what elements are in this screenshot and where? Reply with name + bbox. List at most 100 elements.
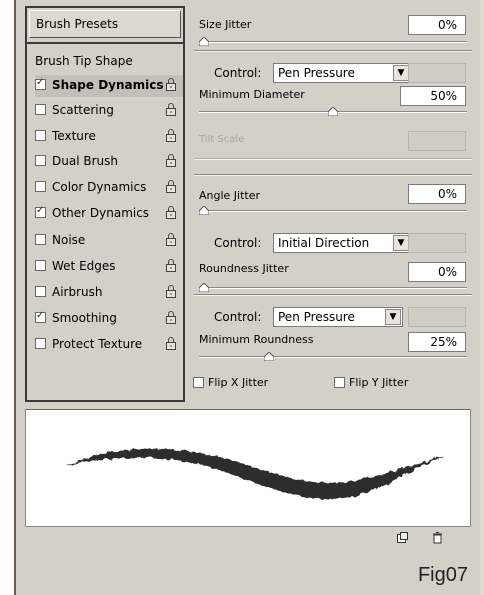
lock-icon[interactable] [165, 285, 178, 298]
slider-thumb[interactable] [199, 206, 209, 215]
option-protect-texture[interactable]: Protect Texture [35, 334, 183, 356]
lock-icon[interactable] [165, 180, 178, 193]
tilt-scale-input-disabled [408, 131, 466, 151]
lock-icon[interactable] [165, 78, 178, 91]
option-color-dynamics[interactable]: Color Dynamics [35, 177, 183, 199]
control-label: Control: [214, 66, 262, 80]
angle-control-dropdown[interactable]: Initial Direction ▼ [273, 233, 411, 253]
option-label: Noise [52, 233, 86, 247]
tilt-scale-slider-disabled [194, 158, 472, 160]
brush-stroke-preview [25, 409, 471, 527]
chevron-down-icon[interactable]: ▼ [393, 65, 409, 81]
min-diameter-label: Minimum Diameter [199, 88, 305, 101]
checkbox[interactable] [35, 77, 46, 90]
option-label: Scattering [52, 103, 114, 117]
option-label: Airbrush [52, 285, 103, 299]
roundness-jitter-slider[interactable] [199, 283, 467, 293]
checkbox[interactable] [35, 155, 46, 166]
slider-thumb[interactable] [328, 107, 338, 116]
flip-x-label: Flip X Jitter [208, 376, 269, 389]
angle-jitter-label: Angle Jitter [199, 189, 261, 202]
option-label: Color Dynamics [52, 180, 147, 194]
control-value-disabled [408, 63, 466, 83]
option-noise[interactable]: Noise [35, 230, 183, 252]
option-texture[interactable]: Texture [35, 126, 183, 148]
option-wet-edges[interactable]: Wet Edges [35, 256, 183, 278]
chevron-down-icon[interactable]: ▼ [393, 235, 409, 251]
option-smoothing[interactable]: Smoothing [35, 308, 183, 330]
size-jitter-input[interactable]: 0% [408, 15, 466, 35]
control-value-disabled [408, 307, 466, 327]
option-label: Smoothing [52, 311, 117, 325]
brush-options-list: Brush Presets Brush Tip Shape Shape Dyna… [25, 6, 185, 402]
option-label: Shape Dynamics [52, 78, 164, 92]
option-airbrush[interactable]: Airbrush [35, 282, 183, 304]
lock-icon[interactable] [165, 259, 178, 272]
flip-x-checkbox[interactable]: Flip X Jitter [193, 375, 303, 391]
min-roundness-label: Minimum Roundness [199, 333, 314, 346]
checkbox[interactable] [334, 377, 345, 388]
option-label: Other Dynamics [52, 206, 150, 220]
lock-icon[interactable] [165, 129, 178, 142]
control-label: Control: [214, 236, 262, 250]
checkbox[interactable] [35, 310, 46, 323]
roundness-jitter-label: Roundness Jitter [199, 262, 289, 275]
option-other-dynamics[interactable]: Other Dynamics [35, 203, 183, 225]
min-diameter-input[interactable]: 50% [400, 86, 466, 106]
size-control-dropdown[interactable]: Pen Pressure ▼ [273, 63, 411, 83]
lock-icon[interactable] [165, 233, 178, 246]
checkbox[interactable] [35, 181, 46, 192]
min-roundness-slider[interactable] [199, 352, 467, 362]
angle-jitter-input[interactable]: 0% [408, 184, 466, 204]
option-label: Wet Edges [52, 259, 116, 273]
slider-track [199, 210, 467, 212]
create-new-preset-icon[interactable] [396, 531, 409, 544]
roundness-control-dropdown[interactable]: Pen Pressure ▼ [273, 307, 403, 327]
option-dual-brush[interactable]: Dual Brush [35, 151, 183, 173]
brush-panel-window: Brush Presets Brush Tip Shape Shape Dyna… [14, 0, 484, 595]
checkbox[interactable] [193, 377, 204, 388]
option-scattering[interactable]: Scattering [35, 100, 183, 122]
chevron-down-icon[interactable]: ▼ [385, 309, 401, 325]
lock-icon[interactable] [165, 154, 178, 167]
lock-icon[interactable] [165, 103, 178, 116]
checkbox[interactable] [35, 205, 46, 218]
checkbox[interactable] [35, 338, 46, 349]
angle-jitter-slider[interactable] [199, 206, 467, 216]
slider-thumb[interactable] [199, 283, 209, 292]
dropdown-value: Initial Direction [278, 236, 370, 250]
lock-icon[interactable] [165, 337, 178, 350]
min-roundness-input[interactable]: 25% [408, 332, 466, 352]
figure-label: Fig07 [417, 564, 468, 586]
size-jitter-slider[interactable] [199, 37, 467, 47]
slider-thumb[interactable] [199, 37, 209, 46]
flip-y-label: Flip Y Jitter [349, 376, 409, 389]
option-shape-dynamics[interactable]: Shape Dynamics [35, 75, 183, 97]
checkbox[interactable] [35, 234, 46, 245]
dropdown-value: Pen Pressure [278, 310, 355, 324]
control-value-disabled [408, 233, 466, 253]
option-label: Protect Texture [52, 337, 143, 351]
checkbox[interactable] [35, 286, 46, 297]
lock-icon[interactable] [165, 206, 178, 219]
size-jitter-label: Size Jitter [199, 18, 252, 31]
slider-track [199, 41, 467, 43]
min-diameter-slider[interactable] [199, 107, 467, 117]
stroke-preview-image [66, 448, 446, 499]
checkbox[interactable] [35, 104, 46, 115]
lock-icon[interactable] [165, 311, 178, 324]
brush-presets-button[interactable]: Brush Presets [29, 10, 181, 38]
roundness-jitter-input[interactable]: 0% [408, 262, 466, 282]
slider-thumb[interactable] [263, 352, 274, 361]
slider-track [199, 356, 467, 358]
divider [27, 42, 183, 44]
option-label: Texture [52, 129, 96, 143]
divider [194, 174, 472, 176]
checkbox[interactable] [35, 260, 46, 271]
tilt-scale-label: Tilt Scale [199, 134, 245, 145]
brush-tip-shape-item[interactable]: Brush Tip Shape [35, 54, 133, 68]
trash-icon[interactable] [431, 531, 444, 544]
checkbox[interactable] [35, 130, 46, 141]
flip-y-checkbox[interactable]: Flip Y Jitter [334, 375, 444, 391]
slider-track [199, 287, 467, 289]
